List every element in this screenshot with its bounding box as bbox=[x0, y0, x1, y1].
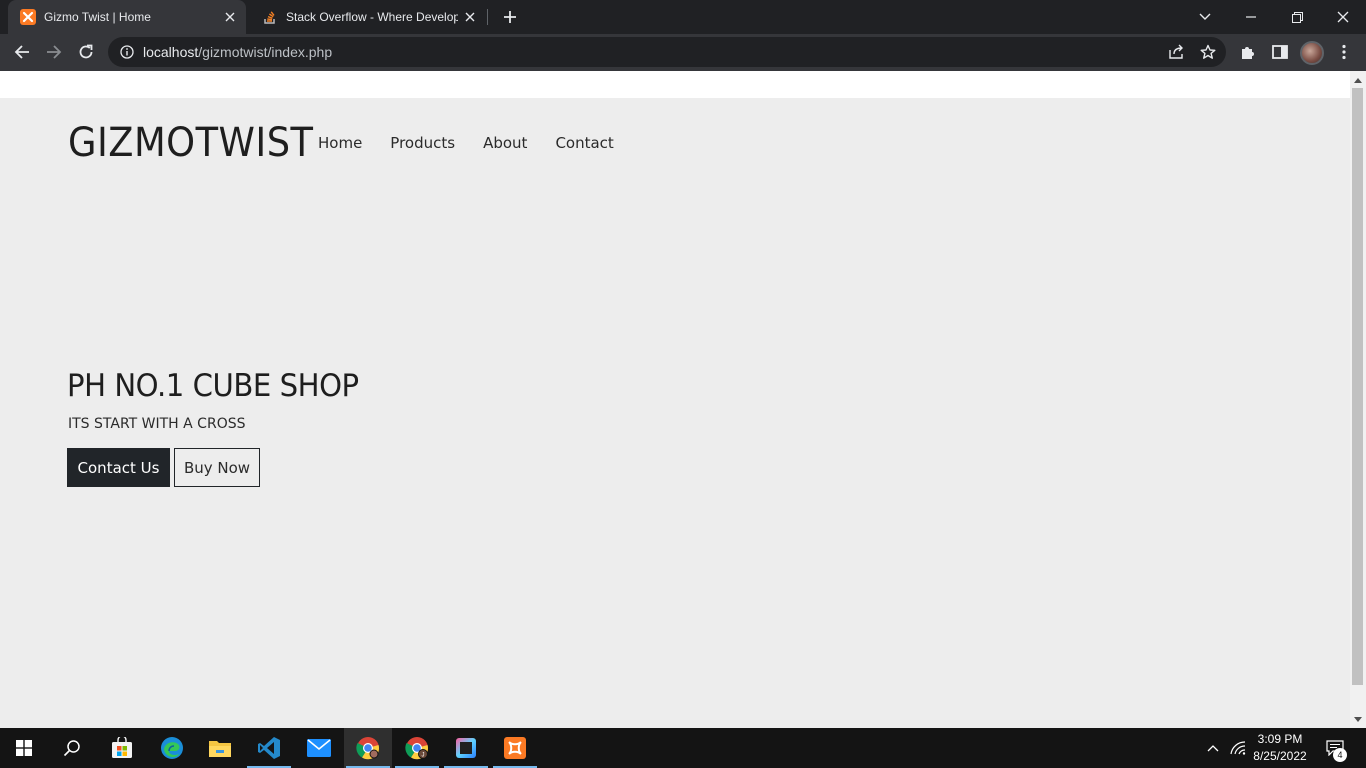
edge-icon[interactable] bbox=[148, 728, 196, 768]
new-tab-icon[interactable] bbox=[498, 5, 522, 29]
mail-icon[interactable] bbox=[295, 728, 343, 768]
app-icon[interactable] bbox=[442, 728, 490, 768]
chrome-icon[interactable] bbox=[344, 728, 392, 768]
tab-search-icon[interactable] bbox=[1182, 0, 1228, 34]
back-arrow-icon[interactable] bbox=[8, 38, 36, 66]
tab-gizmo-twist[interactable]: Gizmo Twist | Home bbox=[8, 0, 246, 34]
windows-taskbar: J 3:09 PM 8/25/2022 bbox=[0, 728, 1366, 768]
nav-home[interactable]: Home bbox=[318, 134, 362, 152]
buy-now-button[interactable]: Buy Now bbox=[174, 448, 260, 487]
xampp-icon[interactable] bbox=[491, 728, 539, 768]
close-window-icon[interactable] bbox=[1320, 0, 1366, 34]
scroll-down-icon[interactable] bbox=[1354, 715, 1362, 723]
url-host: localhost bbox=[143, 44, 199, 60]
forward-arrow-icon[interactable] bbox=[40, 38, 68, 66]
main-nav: Home Products About Contact bbox=[318, 134, 642, 152]
nav-products[interactable]: Products bbox=[390, 134, 455, 152]
vscode-icon[interactable] bbox=[245, 728, 293, 768]
page-viewport: GIZMOTWIST Home Products About Contact P… bbox=[0, 71, 1366, 728]
tab-stack-overflow[interactable]: Stack Overflow - Where Developers bbox=[250, 0, 486, 34]
hero-subtitle: ITS START WITH A CROSS bbox=[68, 416, 246, 432]
share-icon[interactable] bbox=[1168, 44, 1184, 60]
tab-separator bbox=[487, 9, 488, 25]
stackoverflow-icon bbox=[262, 9, 278, 25]
browser-tab-strip: Gizmo Twist | Home Stack Overflow - Wher… bbox=[0, 0, 1366, 34]
nav-contact[interactable]: Contact bbox=[555, 134, 613, 152]
url-path: /gizmotwist/index.php bbox=[198, 44, 333, 60]
minimize-icon[interactable] bbox=[1228, 0, 1274, 34]
taskbar-clock[interactable]: 3:09 PM 8/25/2022 bbox=[1248, 731, 1312, 765]
svg-text:J: J bbox=[422, 753, 425, 759]
close-tab-icon[interactable] bbox=[458, 5, 482, 29]
address-bar[interactable]: localhost/gizmotwist/index.php bbox=[108, 37, 1226, 67]
tab-title: Stack Overflow - Where Developers bbox=[286, 10, 458, 24]
restore-icon[interactable] bbox=[1274, 0, 1320, 34]
site-logo[interactable]: GIZMOTWIST bbox=[68, 120, 313, 166]
extensions-puzzle-icon[interactable] bbox=[1234, 38, 1262, 66]
vertical-scrollbar[interactable] bbox=[1350, 71, 1366, 728]
side-panel-icon[interactable] bbox=[1266, 38, 1294, 66]
search-icon[interactable] bbox=[48, 728, 96, 768]
page-body: GIZMOTWIST Home Products About Contact P… bbox=[0, 98, 1350, 728]
xampp-icon bbox=[20, 9, 36, 25]
wifi-icon[interactable] bbox=[1228, 728, 1248, 768]
scroll-up-icon[interactable] bbox=[1354, 76, 1362, 84]
scrollbar-thumb[interactable] bbox=[1352, 88, 1363, 685]
tab-title: Gizmo Twist | Home bbox=[44, 10, 151, 24]
page-top-strip bbox=[0, 71, 1350, 98]
show-hidden-icons-chevron-icon[interactable] bbox=[1202, 728, 1224, 768]
notification-count-badge: 4 bbox=[1333, 748, 1347, 762]
clock-date: 8/25/2022 bbox=[1253, 749, 1307, 763]
browser-toolbar: localhost/gizmotwist/index.php bbox=[0, 34, 1366, 71]
contact-us-button[interactable]: Contact Us bbox=[67, 448, 170, 487]
bookmark-star-icon[interactable] bbox=[1200, 44, 1216, 60]
info-icon[interactable] bbox=[119, 44, 135, 60]
url-text: localhost/gizmotwist/index.php bbox=[143, 44, 332, 60]
profile-avatar[interactable] bbox=[1300, 41, 1324, 65]
chrome-profile-icon[interactable]: J bbox=[393, 728, 441, 768]
menu-kebab-icon[interactable] bbox=[1330, 38, 1358, 66]
start-icon[interactable] bbox=[0, 728, 48, 768]
file-explorer-icon[interactable] bbox=[196, 728, 244, 768]
notifications-icon[interactable] bbox=[1322, 728, 1348, 768]
microsoft-store-icon[interactable] bbox=[98, 728, 146, 768]
reload-icon[interactable] bbox=[72, 38, 100, 66]
hero-title: PH NO.1 CUBE SHOP bbox=[67, 368, 359, 404]
clock-time: 3:09 PM bbox=[1257, 732, 1303, 746]
close-tab-icon[interactable] bbox=[218, 5, 242, 29]
nav-about[interactable]: About bbox=[483, 134, 527, 152]
